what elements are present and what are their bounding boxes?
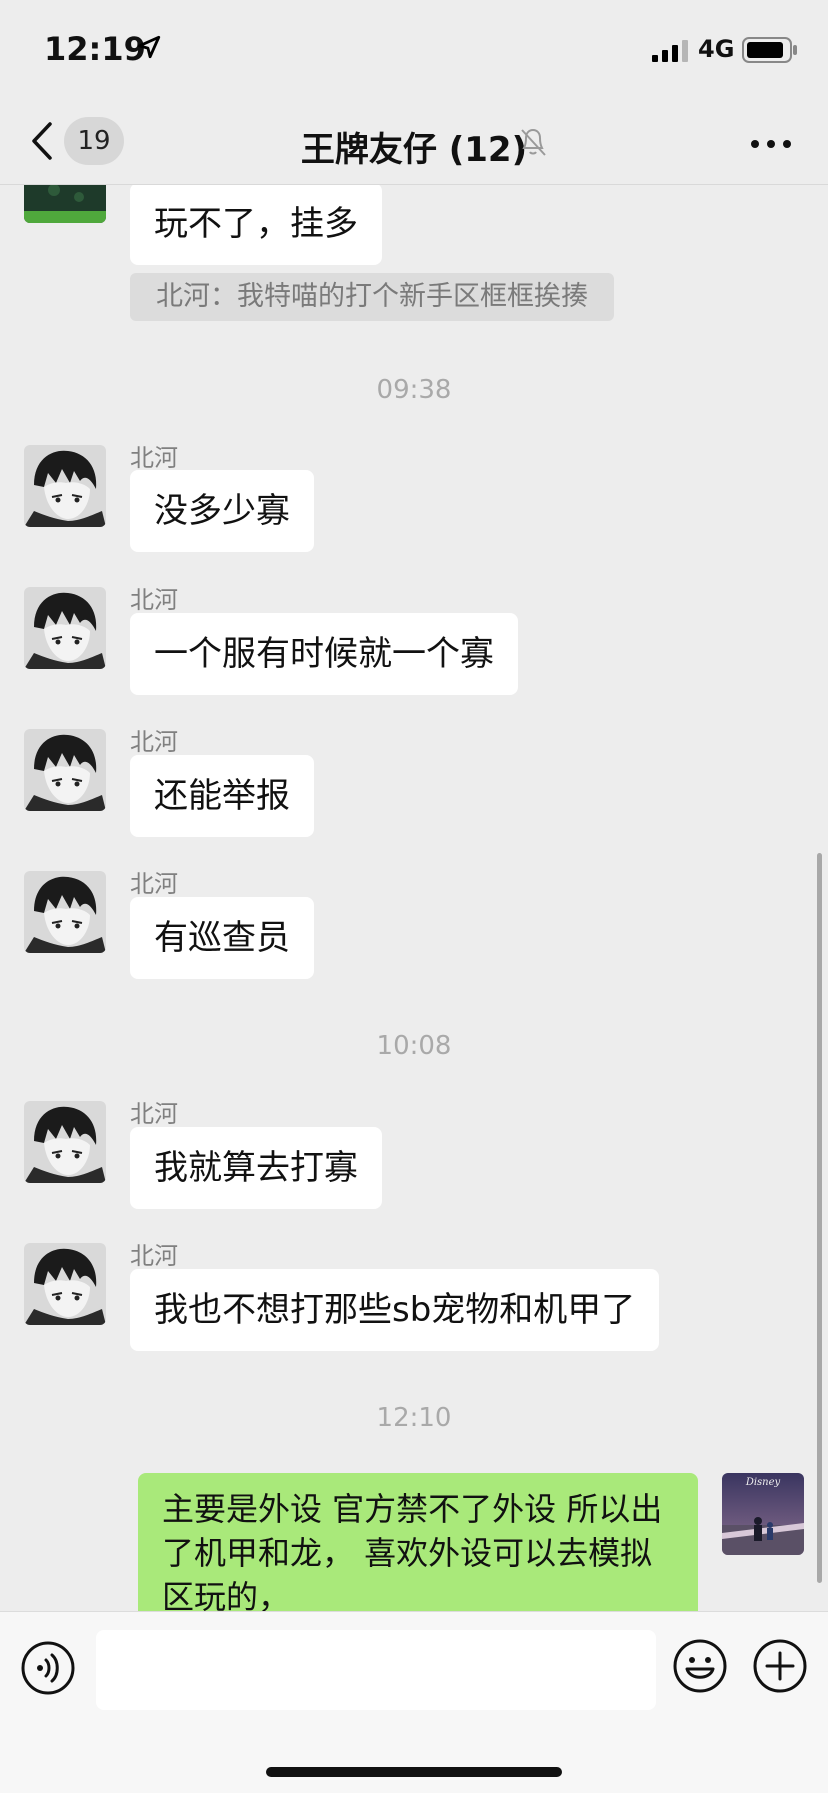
avatar[interactable]	[24, 1243, 106, 1325]
timestamp: 09:38	[376, 375, 452, 405]
quoted-reply[interactable]: 北河：我特喵的打个新手区框框挨揍	[130, 273, 614, 321]
chat-header: 19 王牌友仔 (12)	[0, 100, 828, 185]
timestamp: 10:08	[376, 1031, 452, 1061]
more-icon[interactable]	[750, 138, 792, 150]
status-bar: 12:19 4G	[0, 0, 828, 100]
status-time: 12:19	[44, 30, 146, 68]
avatar[interactable]	[24, 445, 106, 527]
message-bubble[interactable]: 没多少寡	[130, 470, 314, 552]
my-message-bubble[interactable]: 主要是外设 官方禁不了外设 所以出了机甲和龙， 喜欢外设可以去模拟区玩的，	[138, 1473, 698, 1611]
scroll-indicator	[817, 853, 822, 1583]
sender-name: 北河	[130, 444, 178, 472]
signal-icon	[652, 40, 688, 62]
sender-name: 北河	[130, 870, 178, 898]
chat-title[interactable]: 王牌友仔 (12)	[0, 122, 828, 171]
message-list[interactable]: 玩不了，挂多 北河：我特喵的打个新手区框框挨揍 09:38 北河 没多少寡 北河…	[0, 185, 828, 1611]
message-bubble[interactable]: 我就算去打寡	[130, 1127, 382, 1209]
my-avatar[interactable]: Disney	[722, 1473, 804, 1555]
timestamp: 12:10	[376, 1403, 452, 1433]
sender-name: 北河	[130, 728, 178, 756]
plus-icon[interactable]	[752, 1638, 808, 1694]
avatar[interactable]	[24, 1101, 106, 1183]
avatar[interactable]	[24, 729, 106, 811]
message-bubble[interactable]: 还能举报	[130, 755, 314, 837]
my-avatar-logo-text: Disney	[745, 1477, 781, 1488]
emoji-icon[interactable]	[672, 1638, 728, 1694]
location-icon	[137, 35, 161, 59]
avatar[interactable]	[24, 587, 106, 669]
avatar[interactable]	[24, 871, 106, 953]
message-bubble[interactable]: 我也不想打那些sb宠物和机甲了	[130, 1269, 660, 1351]
bell-off-icon	[521, 128, 546, 156]
input-bar	[0, 1611, 828, 1793]
sender-name: 北河	[130, 1100, 178, 1128]
sender-name: 北河	[130, 1242, 178, 1270]
sender-name: 北河	[130, 586, 178, 614]
avatar[interactable]	[24, 185, 106, 223]
voice-icon[interactable]	[20, 1640, 76, 1696]
message-bubble[interactable]: 一个服有时候就一个寡	[130, 613, 518, 695]
message-input[interactable]	[96, 1630, 656, 1710]
message-bubble[interactable]: 玩不了，挂多	[130, 185, 382, 265]
network-type: 4G	[698, 35, 735, 63]
home-indicator[interactable]	[266, 1767, 562, 1777]
battery-icon	[742, 37, 797, 63]
message-bubble[interactable]: 有巡查员	[130, 897, 314, 979]
